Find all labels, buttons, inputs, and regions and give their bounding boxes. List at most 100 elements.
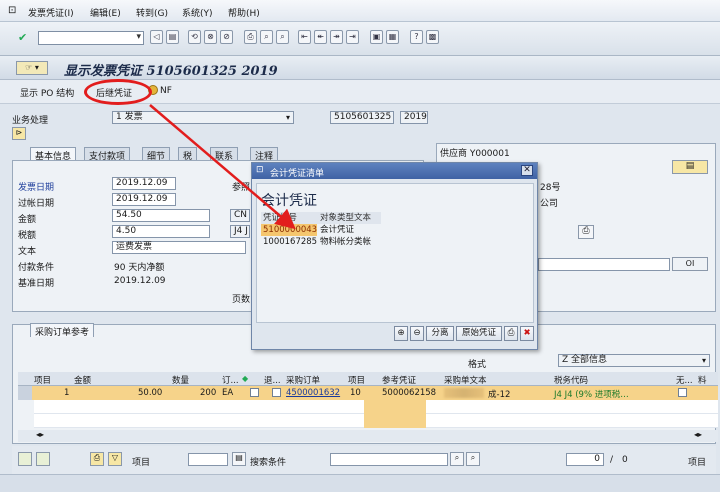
col-quantity[interactable]: 数量	[172, 374, 189, 386]
doc-no-cell[interactable]: 5100000043	[261, 224, 317, 236]
doc-no-cell[interactable]: 1000167285	[261, 236, 317, 248]
save-icon[interactable]: ▤	[166, 30, 179, 44]
tab-notes[interactable]: 注释	[250, 147, 279, 162]
find-next-icon[interactable]: ⌕	[276, 30, 289, 44]
next-page-icon[interactable]: ↠	[330, 30, 343, 44]
transaction-select[interactable]: 1 发票 ▾	[112, 111, 294, 124]
prev-page-icon[interactable]: ↞	[314, 30, 327, 44]
tab-contact[interactable]: 联系	[210, 147, 239, 162]
col-item[interactable]: 项目	[34, 374, 51, 386]
cell-po-link[interactable]: 4500001632	[286, 388, 340, 398]
col-po-text[interactable]: 采购单文本	[444, 374, 487, 386]
show-po-structure-button[interactable]: 显示 PO 结构	[20, 86, 74, 99]
table-row[interactable]: 1000167285 物料帐分类帐	[261, 236, 381, 248]
print-vendor-icon[interactable]: ⎙	[578, 225, 594, 239]
tab-details[interactable]: 细节	[142, 147, 171, 162]
dropdown-arrow-icon: ▾	[285, 113, 290, 122]
item-label: 项目	[132, 458, 151, 468]
header-toggle-icon[interactable]: ⊳	[12, 127, 26, 140]
table-row[interactable]: 5100000043 会计凭证	[261, 224, 381, 236]
select-all-icon[interactable]	[18, 452, 32, 466]
col-order-unit[interactable]: 订...	[222, 374, 239, 386]
col-po-item[interactable]: 项目	[348, 374, 365, 386]
shortcut-icon[interactable]: ▦	[386, 30, 399, 44]
col-return[interactable]: 退...	[264, 374, 281, 386]
current-count-field[interactable]: 0	[566, 453, 604, 466]
cancel-icon[interactable]: ✖	[520, 326, 534, 341]
posting-date-field[interactable]: 2019.12.09	[112, 193, 176, 206]
command-field[interactable]	[38, 31, 144, 45]
item-input[interactable]	[188, 453, 228, 466]
last-page-icon[interactable]: ⇥	[346, 30, 359, 44]
col-material[interactable]: 料	[698, 374, 707, 386]
back-icon[interactable]: ◁	[150, 30, 163, 44]
zoom-out-icon[interactable]: ⊖	[410, 326, 424, 341]
text-field[interactable]: 运费发票	[112, 241, 246, 254]
cancel-icon[interactable]: ⊘	[220, 30, 233, 44]
vendor-extra-field[interactable]	[538, 258, 670, 271]
cell-checkbox[interactable]	[250, 388, 259, 397]
search-criteria-input[interactable]	[330, 453, 448, 466]
transaction-label: 业务处理	[12, 116, 49, 126]
enter-icon[interactable]: ✔	[18, 31, 27, 44]
tax-label: 税额	[18, 231, 37, 241]
split-button[interactable]: 分离	[426, 326, 454, 341]
menu-help[interactable]: 帮助(H)	[228, 6, 260, 19]
find-icon[interactable]: ⌕	[260, 30, 273, 44]
document-number-field[interactable]: 5105601325	[330, 111, 394, 124]
transaction-icon[interactable]: ☞ ▾	[16, 61, 48, 75]
print-grid-icon[interactable]: ⎙	[90, 452, 104, 466]
zoom-in-icon[interactable]: ⊕	[394, 326, 408, 341]
app-menu-icon[interactable]: ⊡	[8, 5, 16, 16]
object-type-cell[interactable]: 会计凭证	[317, 224, 381, 236]
first-page-icon[interactable]: ⇤	[298, 30, 311, 44]
tab-po-reference[interactable]: 采购订单参考	[30, 323, 95, 338]
nf-button[interactable]: NF	[160, 86, 172, 96]
open-items-button[interactable]: OI	[672, 257, 708, 271]
tab-basic-info[interactable]: 基本信息	[30, 147, 77, 162]
close-icon[interactable]: ✕	[521, 165, 533, 176]
layout-select[interactable]: Z 全部信息 ▾	[558, 354, 710, 367]
exit-icon[interactable]: ⊗	[204, 30, 217, 44]
menu-system[interactable]: 系统(Y)	[182, 6, 213, 19]
object-type-cell[interactable]: 物料帐分类帐	[317, 236, 381, 248]
transaction-value: 1 发票	[116, 112, 143, 122]
tax-field[interactable]: 4.50	[112, 225, 210, 238]
menu-invoice-doc[interactable]: 发票凭证(I)	[28, 6, 74, 19]
menu-edit[interactable]: 编辑(E)	[90, 6, 121, 19]
amount-field[interactable]: 54.50	[112, 209, 210, 222]
scroll-right-icon[interactable]: ◂▸	[694, 430, 702, 439]
col-amount[interactable]: 金额	[74, 374, 91, 386]
scroll-left-icon[interactable]: ◂▸	[36, 430, 44, 439]
vendor-detail-icon[interactable]: ▤	[672, 160, 708, 174]
find-next-icon[interactable]: ⌕	[466, 452, 480, 466]
row-selector[interactable]	[18, 386, 32, 400]
original-doc-button[interactable]: 原始凭证	[456, 326, 502, 341]
back-nav-icon[interactable]: ⟲	[188, 30, 201, 44]
tab-payment[interactable]: 支付款项	[84, 147, 131, 162]
search-icon[interactable]: ▤	[232, 452, 246, 466]
help-icon[interactable]: ?	[410, 30, 423, 44]
print-icon[interactable]: ⎙	[504, 326, 518, 341]
cell-return-checkbox[interactable]	[272, 388, 281, 397]
currency-field[interactable]: CN	[230, 209, 250, 222]
menu-goto[interactable]: 转到(G)	[136, 6, 168, 19]
cell-tax-code[interactable]: J4 J4 (9% 进项税…	[554, 388, 629, 400]
horizontal-scrollbar[interactable]: ◂▸ ◂▸	[18, 430, 718, 442]
col-tax-code[interactable]: 税务代码	[554, 374, 588, 386]
col-po[interactable]: 采购订单	[286, 374, 320, 386]
col-no[interactable]: 无...	[676, 374, 693, 386]
tax-code-field[interactable]: J4 J	[230, 225, 250, 238]
table-row[interactable]: 1 50.00 200 EA 4500001632 10 5000062158 …	[18, 386, 718, 400]
filter-icon[interactable]: ▽	[108, 452, 122, 466]
fiscal-year-field[interactable]: 2019	[400, 111, 428, 124]
find-icon[interactable]: ⌕	[450, 452, 464, 466]
tab-tax[interactable]: 税	[178, 147, 198, 162]
deselect-all-icon[interactable]	[36, 452, 50, 466]
print-icon[interactable]: ⎙	[244, 30, 257, 44]
cell-no-checkbox[interactable]	[678, 388, 687, 397]
col-ref-doc[interactable]: 参考凭证	[382, 374, 416, 386]
invoice-date-field[interactable]: 2019.12.09	[112, 177, 176, 190]
new-session-icon[interactable]: ▣	[370, 30, 383, 44]
layout-icon[interactable]: ▩	[426, 30, 439, 44]
